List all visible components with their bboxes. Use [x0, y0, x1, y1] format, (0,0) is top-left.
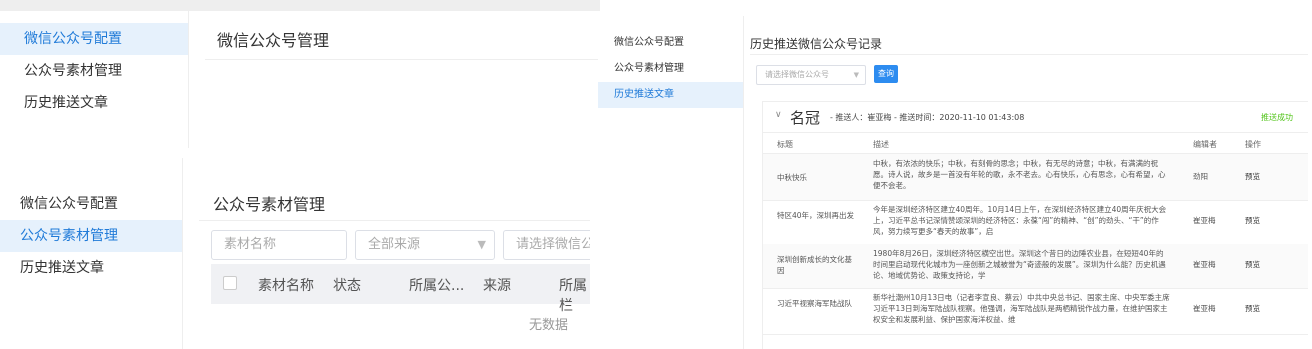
table-row: 特区40年，深圳再出发 今年是深圳经济特区建立40周年。10月14日上午，在深圳…	[763, 200, 1308, 245]
title-divider	[750, 54, 1308, 55]
column-header: 描述	[873, 140, 889, 149]
main-content: 微信公众号管理	[205, 11, 600, 148]
select-all-checkbox[interactable]	[223, 276, 237, 290]
row-editor: 崔亚梅	[1193, 260, 1216, 269]
source-select[interactable]: 全部来源 ▼	[355, 230, 495, 260]
panel-push-history: 微信公众号配置 公众号素材管理 历史推送文章 历史推送微信公众号记录 请选择微信…	[598, 16, 1308, 349]
row-title: 习近平视察海军陆战队	[777, 299, 852, 308]
top-bar	[0, 0, 600, 11]
table-row: 深圳创新成长的文化基因 1980年8月26日，深圳经济特区横空出世。深圳这个昔日…	[763, 244, 1308, 289]
column-header: 操作	[1245, 140, 1261, 149]
row-editor: 崔亚梅	[1193, 304, 1216, 313]
table-header: 素材名称 状态 所属公... 来源 所属栏	[211, 264, 590, 314]
sidebar-item-material[interactable]: 公众号素材管理	[0, 55, 188, 87]
table-row: 中秋快乐 中秋，有浓浓的快乐；中秋，有刻骨的思念；中秋，有无尽的诗意；中秋，有满…	[763, 154, 1308, 201]
page-title: 公众号素材管理	[213, 195, 326, 214]
account-select[interactable]: 请选择微信公众号	[503, 230, 590, 280]
sidebar-item-history[interactable]: 历史推送文章	[598, 82, 743, 108]
column-header: 状态	[333, 278, 361, 294]
sidebar: 微信公众号配置 公众号素材管理 历史推送文章	[0, 11, 189, 148]
row-title: 特区40年，深圳再出发	[777, 211, 855, 220]
chevron-down-icon[interactable]: ∨	[775, 110, 782, 120]
column-header: 所属栏	[559, 278, 587, 314]
query-button[interactable]: 查询	[874, 65, 898, 83]
table-row: 习近平视察海军陆战队 新华社潮州10月13日电（记者李宣良、蔡云）中共中央总书记…	[763, 288, 1308, 335]
panel-material-management: 微信公众号配置 公众号素材管理 历史推送文章 公众号素材管理 素材名称 全部来源…	[0, 158, 590, 349]
column-header: 所属公...	[409, 278, 465, 294]
account-select[interactable]: 请选择微信公众号 ▼	[756, 65, 866, 85]
main-content: 历史推送微信公众号记录 请选择微信公众号 ▼ 查询 ∨ 名冠 - 推送人：崔亚梅…	[750, 16, 1308, 349]
sidebar: 微信公众号配置 公众号素材管理 历史推送文章	[0, 158, 183, 349]
column-header: 素材名称	[258, 278, 314, 294]
preview-link[interactable]: 预览	[1245, 259, 1260, 270]
main-content: 公众号素材管理 素材名称 全部来源 ▼ 请选择微信公众号 素材名称 状态 所属公…	[199, 158, 590, 349]
row-description: 今年是深圳经济特区建立40周年。10月14日上午，在深圳经济特区建立40周年庆祝…	[873, 205, 1167, 236]
push-record: ∨ 名冠 - 推送人：崔亚梅 - 推送时间：2020-11-10 01:43:0…	[762, 101, 1308, 349]
sidebar-item-history[interactable]: 历史推送文章	[0, 87, 188, 119]
row-editor: 劲阳	[1193, 172, 1208, 181]
title-divider	[205, 59, 600, 60]
panel-wechat-config: 微信公众号配置 公众号素材管理 历史推送文章 微信公众号管理	[0, 0, 600, 148]
sidebar-item-wechat-config[interactable]: 微信公众号配置	[0, 23, 188, 55]
row-editor: 崔亚梅	[1193, 216, 1216, 225]
title-divider	[199, 220, 590, 221]
row-title: 中秋快乐	[777, 173, 807, 182]
column-header: 编辑者	[1193, 140, 1217, 149]
row-title: 深圳创新成长的文化基因	[777, 255, 852, 275]
empty-state-text: 无数据	[529, 318, 569, 333]
chevron-down-icon: ▼	[853, 71, 859, 79]
sidebar-item-history[interactable]: 历史推送文章	[0, 252, 182, 284]
sidebar-item-wechat-config[interactable]: 微信公众号配置	[0, 188, 182, 220]
preview-link[interactable]: 预览	[1245, 171, 1260, 182]
row-description: 1980年8月26日，深圳经济特区横空出世。深圳这个昔日的边陲农业县，在短短40…	[873, 249, 1166, 280]
sidebar: 微信公众号配置 公众号素材管理 历史推送文章	[598, 16, 744, 349]
sidebar-item-material[interactable]: 公众号素材管理	[0, 220, 182, 252]
status-badge: 推送成功	[1261, 113, 1293, 122]
sidebar-item-wechat-config[interactable]: 微信公众号配置	[598, 30, 743, 56]
page-title: 历史推送微信公众号记录	[750, 37, 883, 51]
column-header: 标题	[777, 140, 793, 149]
preview-link[interactable]: 预览	[1245, 215, 1260, 226]
record-header[interactable]: ∨ 名冠 - 推送人：崔亚梅 - 推送时间：2020-11-10 01:43:0…	[763, 102, 1308, 133]
select-placeholder: 全部来源	[368, 237, 421, 252]
select-placeholder: 请选择微信公众号	[765, 70, 829, 79]
page-title: 微信公众号管理	[217, 31, 330, 50]
column-header: 来源	[483, 278, 511, 294]
preview-link[interactable]: 预览	[1245, 303, 1260, 314]
record-account-name: 名冠	[790, 109, 821, 127]
row-description: 新华社潮州10月13日电（记者李宣良、蔡云）中共中央总书记、国家主席、中央军委主…	[873, 293, 1170, 324]
input-placeholder: 素材名称	[224, 237, 277, 252]
material-name-input[interactable]: 素材名称	[211, 230, 347, 260]
record-meta: - 推送人：崔亚梅 - 推送时间：2020-11-10 01:43:08	[830, 113, 1025, 122]
chevron-down-icon: ▼	[477, 238, 486, 251]
row-description: 中秋，有浓浓的快乐；中秋，有刻骨的思念；中秋，有无尽的诗意；中秋，有满满的祝愿。…	[873, 159, 1166, 190]
sidebar-item-material[interactable]: 公众号素材管理	[598, 56, 743, 82]
